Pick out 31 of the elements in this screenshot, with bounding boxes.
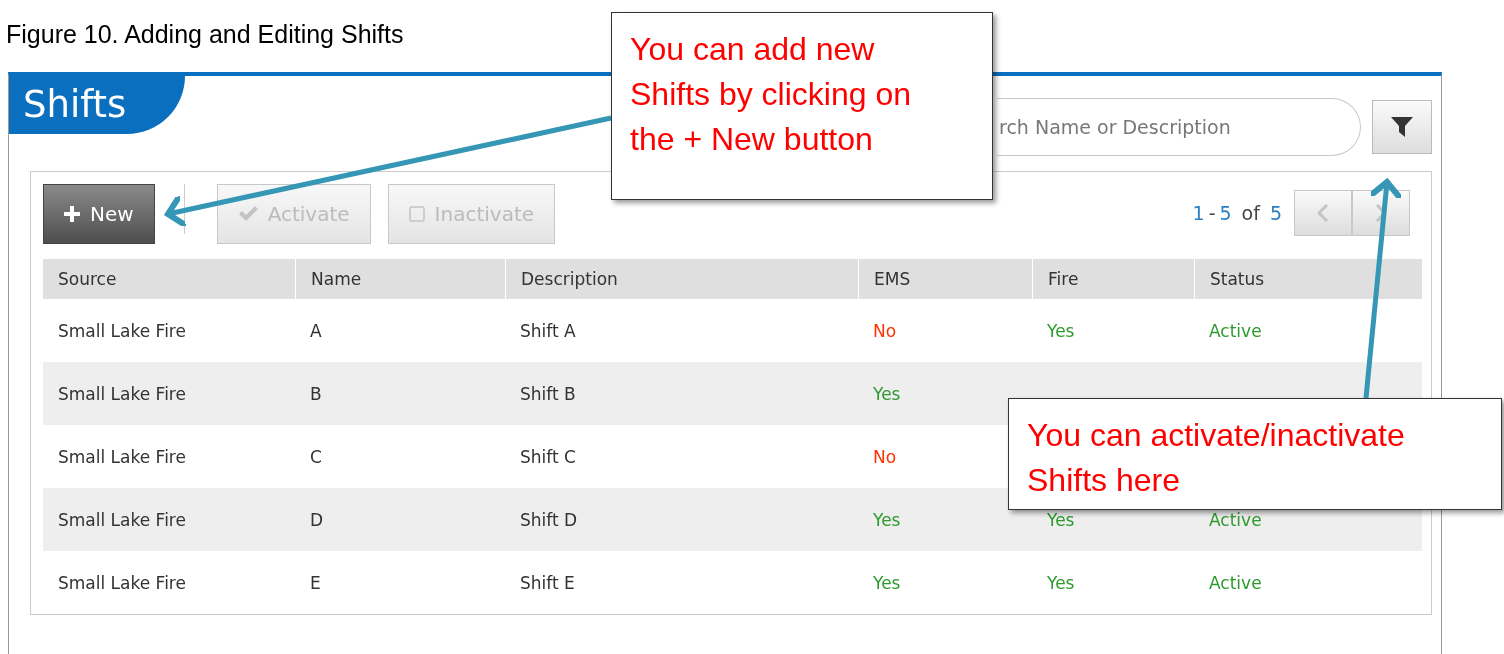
column-header[interactable]: Name xyxy=(295,259,505,299)
pager-from: 1 xyxy=(1192,202,1205,224)
filter-button[interactable] xyxy=(1372,100,1432,154)
figure-caption: Figure 10. Adding and Editing Shifts xyxy=(6,20,404,48)
pager-dash: - xyxy=(1208,202,1216,224)
pager-of: of xyxy=(1241,202,1260,224)
page-title: Shifts xyxy=(9,76,185,134)
column-header[interactable]: Status xyxy=(1194,259,1422,299)
search-field[interactable]: rch Name or Description xyxy=(997,98,1361,156)
pager-to: 5 xyxy=(1219,202,1232,224)
plus-icon xyxy=(64,206,80,222)
table-cell: Small Lake Fire xyxy=(43,488,295,551)
new-button[interactable]: New xyxy=(43,184,155,244)
column-header[interactable]: Fire xyxy=(1032,259,1194,299)
filter-icon xyxy=(1391,116,1413,138)
table-cell: Shift B xyxy=(505,362,858,425)
checkbox-icon xyxy=(408,206,425,222)
column-header[interactable]: Source xyxy=(43,259,295,299)
table-cell: Small Lake Fire xyxy=(43,362,295,425)
chevron-left-icon xyxy=(1317,204,1329,222)
column-header[interactable]: Description xyxy=(505,259,858,299)
table-cell: Shift D xyxy=(505,488,858,551)
callout: You can add new Shifts by clicking on the + New button xyxy=(611,12,993,200)
table-cell: Yes xyxy=(858,362,1032,425)
table-cell: B xyxy=(295,362,505,425)
check-icon xyxy=(237,206,258,222)
chevron-right-icon xyxy=(1375,204,1387,222)
callout: You can activate/inactivate Shifts here xyxy=(1008,398,1502,510)
column-header[interactable]: EMS xyxy=(858,259,1032,299)
table-cell: D xyxy=(295,488,505,551)
pager-total: 5 xyxy=(1269,202,1282,224)
